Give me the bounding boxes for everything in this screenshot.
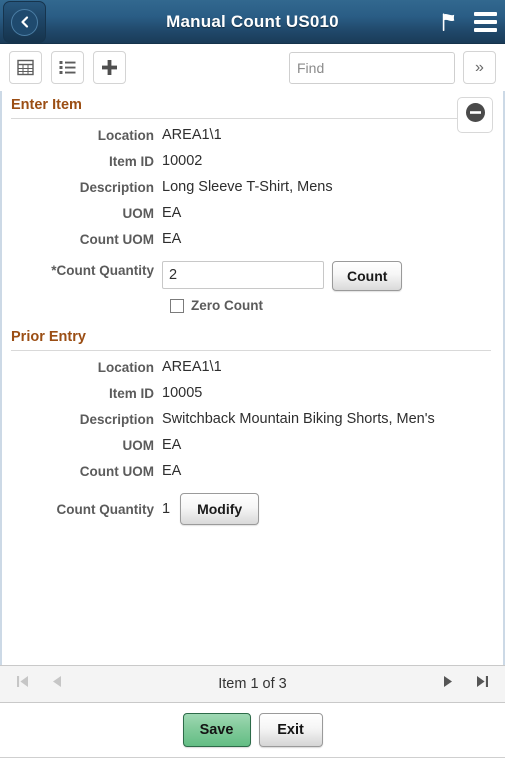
prior-count-quantity-label: Count Quantity: [56, 501, 155, 517]
list-view-icon: [59, 60, 76, 75]
chevron-left-icon: [11, 8, 38, 36]
go-to-first-button[interactable]: [6, 666, 40, 702]
go-to-last-button[interactable]: [465, 666, 499, 702]
hamburger-bar: [474, 28, 497, 32]
field-label: Item ID: [108, 154, 154, 169]
count-quantity-row: *Count Quantity Count: [2, 249, 503, 291]
field-value: Long Sleeve T-Shirt, Mens: [162, 179, 333, 195]
toolbar: »: [0, 44, 505, 91]
search-input[interactable]: [289, 51, 455, 84]
field-row: Location AREA1\1: [2, 119, 503, 145]
count-quantity-input[interactable]: [162, 261, 324, 289]
footer-actions: Save Exit: [0, 703, 505, 758]
go-to-previous-icon: [51, 674, 63, 694]
field-value: AREA1\1: [162, 127, 222, 143]
zero-count-label: Zero Count: [191, 298, 263, 313]
app-root: Manual Count US010 Find » Enter Item Loc…: [0, 0, 505, 758]
zero-count-checkbox[interactable]: [170, 298, 184, 313]
field-label: UOM: [122, 438, 155, 453]
grid-view-icon: [17, 59, 34, 76]
count-quantity-label: *Count Quantity: [51, 263, 154, 278]
minus-circle-collapse-icon: [465, 102, 486, 128]
field-value: EA: [162, 463, 182, 479]
count-button[interactable]: Count: [332, 261, 403, 291]
field-label: UOM: [122, 206, 155, 221]
hamburger-menu-icon[interactable]: [474, 12, 497, 32]
field-row: Count UOM EA: [2, 223, 503, 249]
field-label: Description: [79, 412, 154, 427]
field-row: UOM EA: [2, 429, 503, 455]
plus-add-icon: [101, 59, 118, 76]
exit-button[interactable]: Exit: [258, 713, 323, 747]
enter-item-section-title: Enter Item: [11, 97, 82, 113]
record-status-text: Item 1 of 3: [218, 676, 287, 692]
field-value: EA: [162, 231, 182, 247]
back-button[interactable]: [3, 1, 46, 43]
field-row: Description Long Sleeve T-Shirt, Mens: [2, 171, 503, 197]
field-value: 10002: [162, 153, 203, 169]
find-area: »: [289, 51, 496, 84]
prior-entry-section-title: Prior Entry: [11, 329, 86, 345]
field-row: Location AREA1\1: [2, 351, 503, 377]
field-label: Description: [79, 180, 154, 195]
go-to-first-icon: [16, 674, 30, 694]
page-title: Manual Count US010: [166, 12, 339, 31]
list-view-button[interactable]: [51, 51, 84, 84]
field-row: Item ID 10002: [2, 145, 503, 171]
content-panel: Enter Item Location AREA1\1 Item ID 1000…: [0, 91, 505, 665]
page-header: Manual Count US010: [0, 0, 505, 44]
collapse-section-button[interactable]: [457, 97, 493, 133]
field-value: 10005: [162, 385, 203, 401]
nav-right-group: [431, 666, 499, 702]
field-row: Description Switchback Mountain Biking S…: [2, 403, 503, 429]
prior-count-quantity-row: Count Quantity 1 Modify: [2, 481, 503, 525]
add-button[interactable]: [93, 51, 126, 84]
go-to-previous-button[interactable]: [40, 666, 74, 702]
flag-icon[interactable]: [438, 11, 460, 33]
modify-button[interactable]: Modify: [180, 493, 260, 525]
go-to-next-icon: [442, 674, 454, 694]
zero-count-row: Zero Count: [2, 291, 503, 313]
field-value: Switchback Mountain Biking Shorts, Men's: [162, 411, 435, 427]
header-actions: [438, 0, 497, 44]
field-row: Count UOM EA: [2, 455, 503, 481]
go-to-next-button[interactable]: [431, 666, 465, 702]
go-to-last-icon: [475, 674, 489, 694]
prior-count-quantity-value: 1: [162, 500, 171, 517]
field-label: Location: [97, 360, 154, 375]
field-value: EA: [162, 205, 182, 221]
field-label: Count UOM: [79, 464, 154, 479]
field-label: Item ID: [108, 386, 154, 401]
field-label: Location: [97, 128, 154, 143]
grid-view-button[interactable]: [9, 51, 42, 84]
field-label: Count UOM: [79, 232, 154, 247]
record-navigation-bar: Item 1 of 3: [0, 665, 505, 703]
save-button[interactable]: Save: [182, 713, 251, 747]
hamburger-bar: [474, 12, 497, 16]
field-row: Item ID 10005: [2, 377, 503, 403]
hamburger-bar: [474, 20, 497, 24]
field-row: UOM EA: [2, 197, 503, 223]
field-value: AREA1\1: [162, 359, 222, 375]
field-value: EA: [162, 437, 182, 453]
expand-search-button[interactable]: »: [463, 51, 496, 84]
